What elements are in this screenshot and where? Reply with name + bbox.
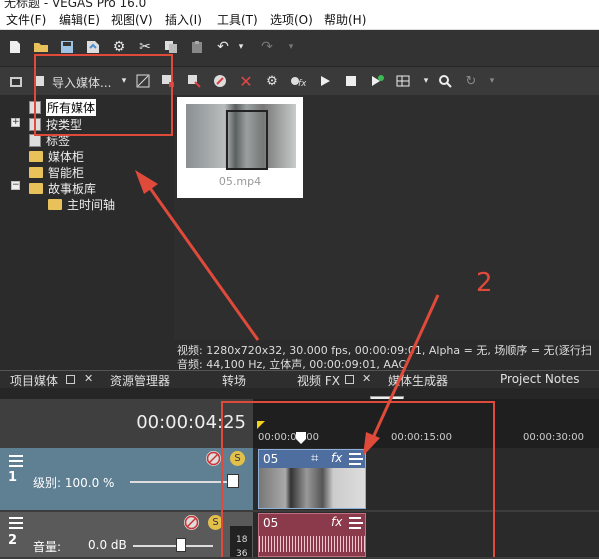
annotation-box-import	[34, 54, 173, 136]
annotation-number: 2	[476, 268, 493, 298]
annotation-arrowhead	[135, 170, 158, 194]
annotation-arrowhead	[363, 432, 380, 456]
annotation-arrow-down	[370, 294, 440, 441]
annotation-overlay	[34, 54, 495, 557]
annotation-box-timeline	[221, 401, 495, 557]
annotation-arrow-up	[148, 187, 260, 341]
